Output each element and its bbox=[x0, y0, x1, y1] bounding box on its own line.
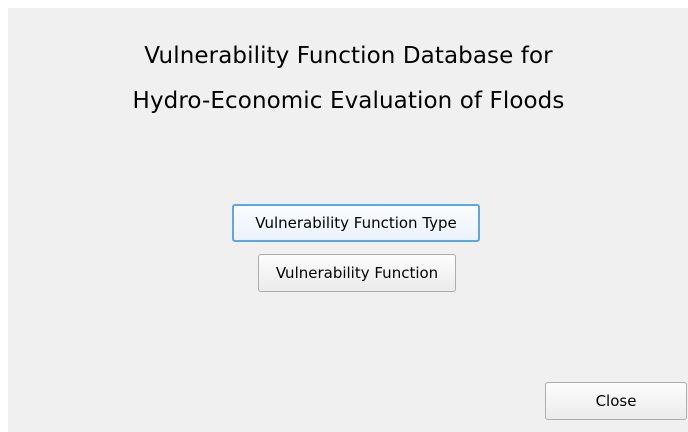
title-line-2: Hydro-Economic Evaluation of Floods bbox=[132, 88, 565, 114]
title-line-1: Vulnerability Function Database for bbox=[144, 43, 553, 69]
vulnerability-function-type-button[interactable]: Vulnerability Function Type bbox=[232, 204, 480, 242]
dialog-title: Vulnerability Function Database for Hydr… bbox=[8, 34, 688, 124]
main-dialog: Vulnerability Function Database for Hydr… bbox=[8, 8, 688, 432]
vulnerability-function-button[interactable]: Vulnerability Function bbox=[258, 254, 456, 292]
close-button[interactable]: Close bbox=[545, 382, 687, 420]
